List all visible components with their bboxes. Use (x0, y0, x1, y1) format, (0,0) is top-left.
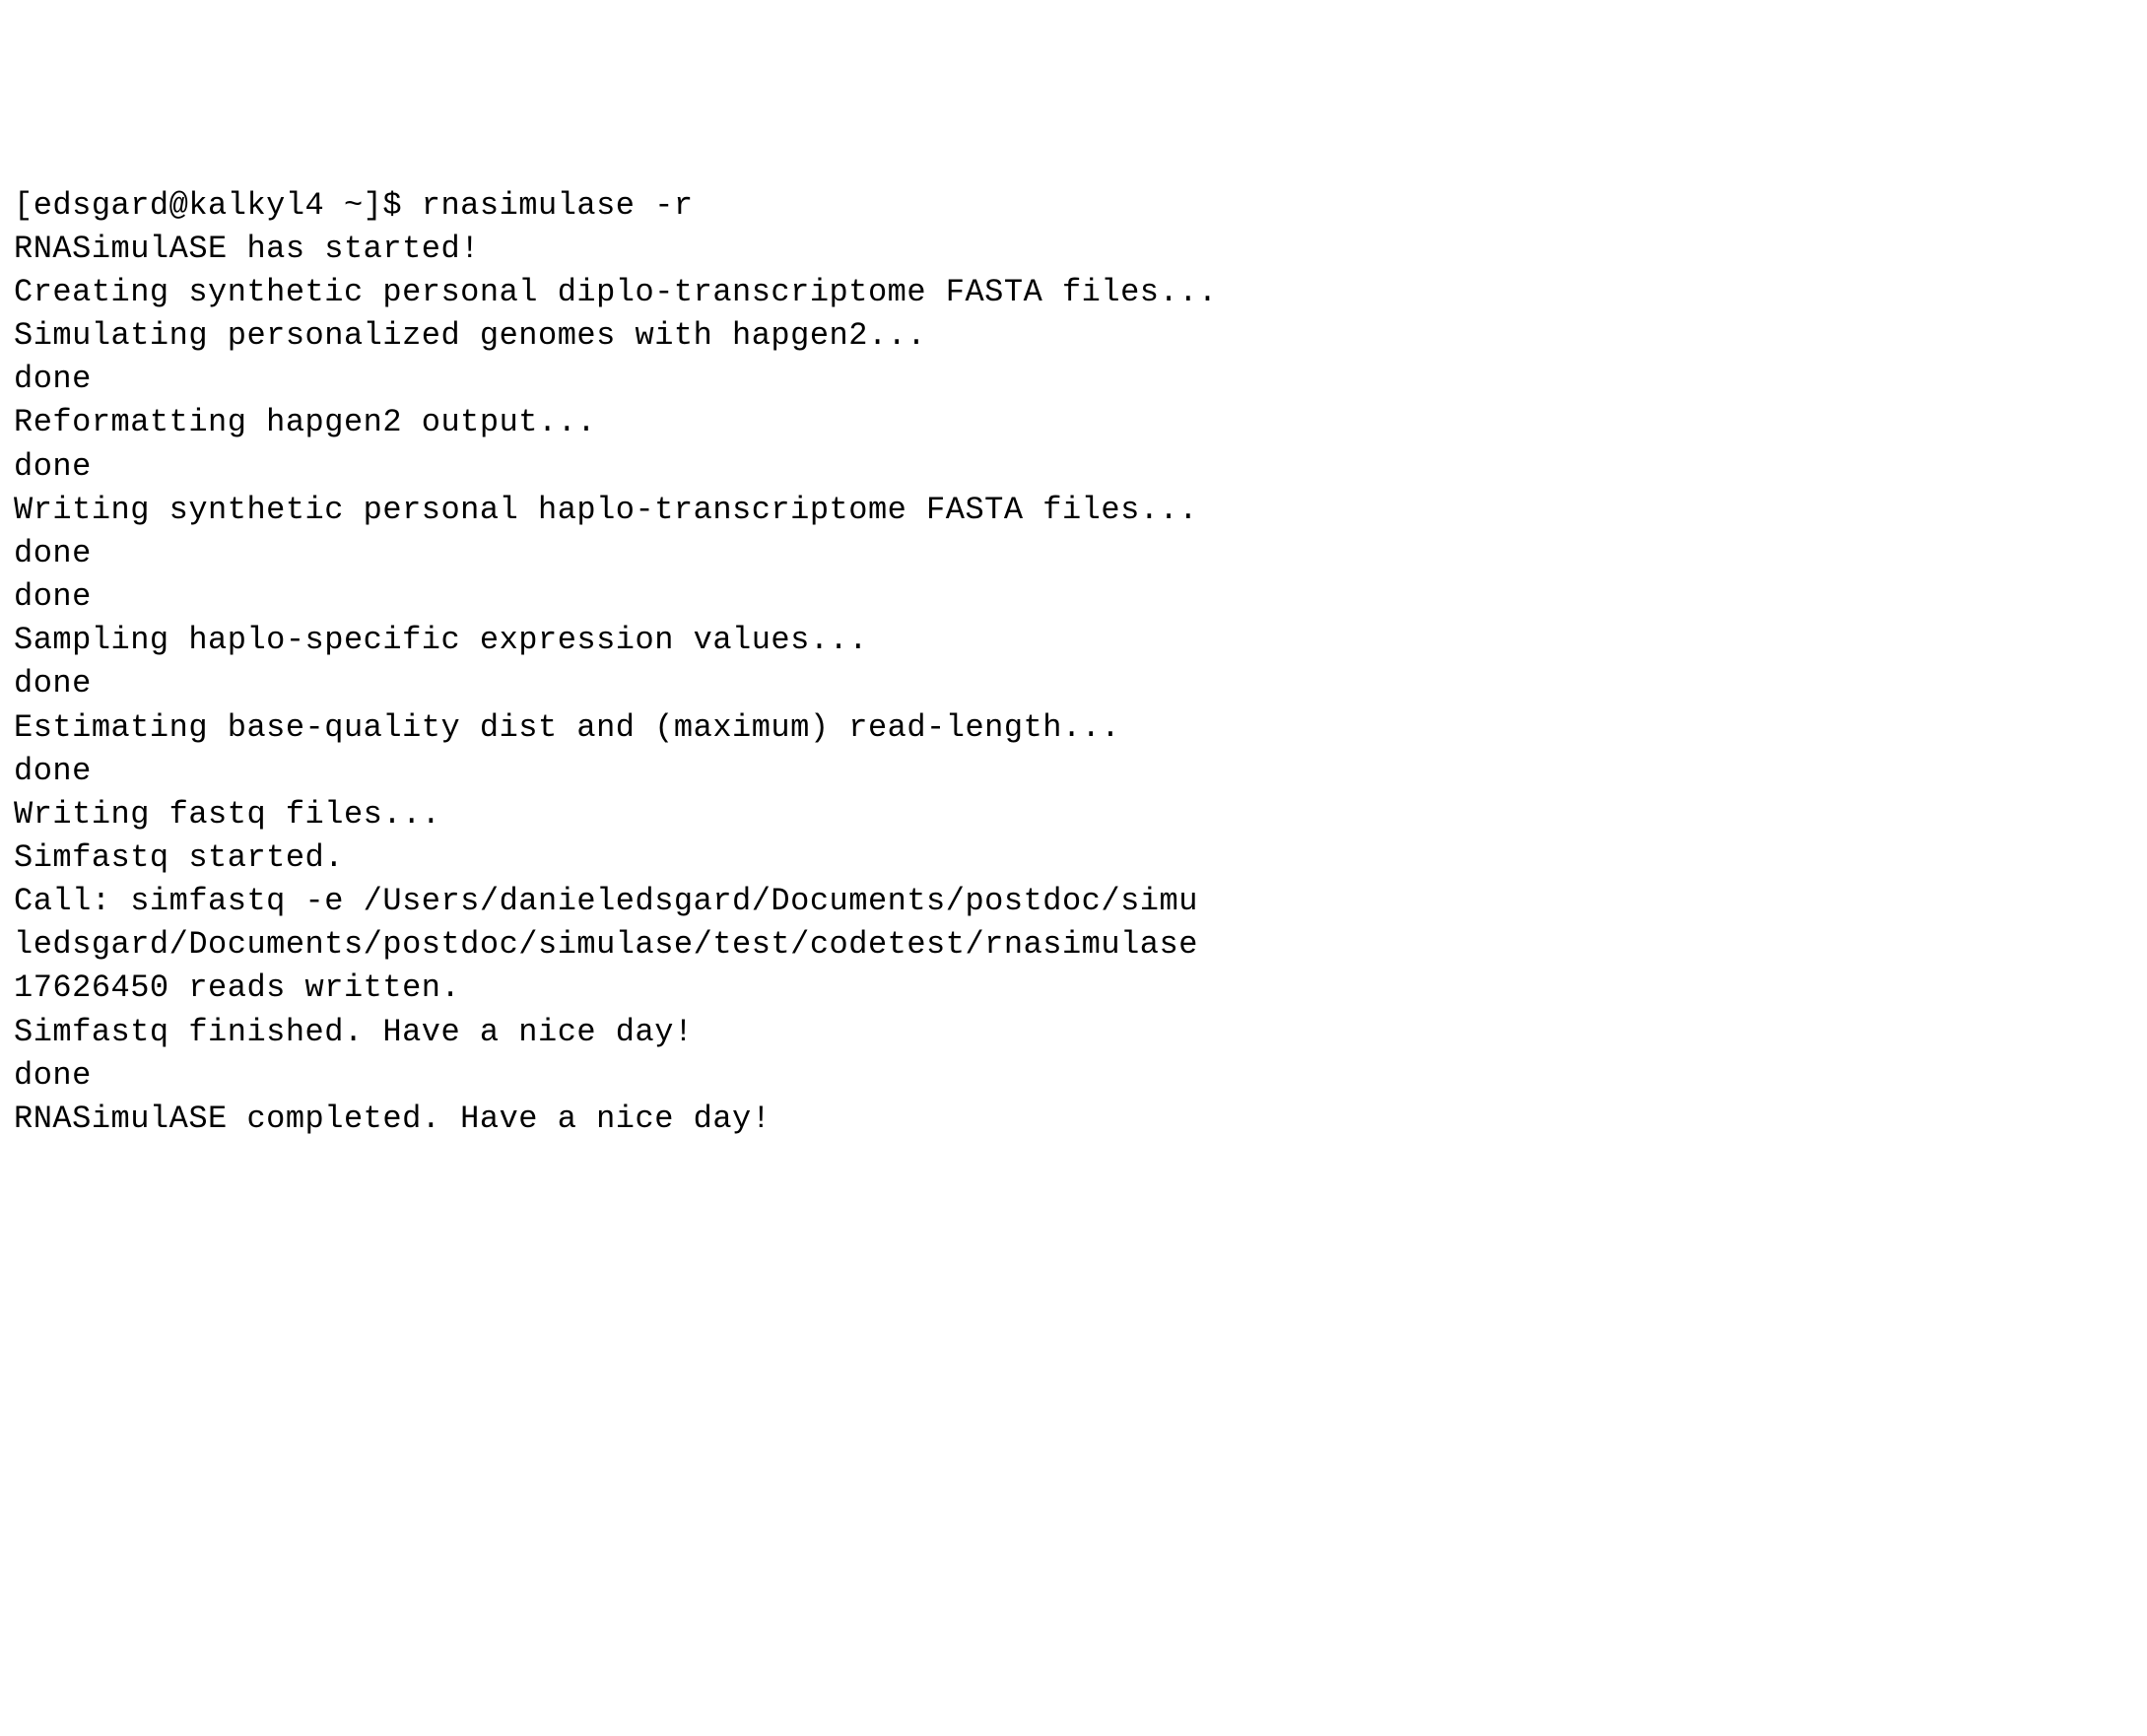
output-line: Writing fastq files... (14, 793, 2133, 836)
output-line: done (14, 445, 2133, 489)
output-line: RNASimulASE has started! (14, 228, 2133, 271)
output-line: done (14, 575, 2133, 619)
output-line: done (14, 662, 2133, 705)
prompt-line: [edsgard@kalkyl4 ~]$ rnasimulase -r (14, 184, 2133, 228)
shell-prompt: [edsgard@kalkyl4 ~]$ (14, 187, 422, 224)
output-line: done (14, 1054, 2133, 1098)
output-line: done (14, 532, 2133, 575)
output-line: 17626450 reads written. (14, 967, 2133, 1010)
output-line: done (14, 750, 2133, 793)
output-line: Simulating personalized genomes with hap… (14, 314, 2133, 358)
output-line: Call: simfastq -e /Users/danieledsgard/D… (14, 880, 2133, 923)
output-line: Reformatting hapgen2 output... (14, 401, 2133, 444)
output-line: RNASimulASE completed. Have a nice day! (14, 1098, 2133, 1141)
terminal-output[interactable]: [edsgard@kalkyl4 ~]$ rnasimulase -rRNASi… (14, 184, 2133, 1141)
output-line: Sampling haplo-specific expression value… (14, 619, 2133, 662)
output-line: ledsgard/Documents/postdoc/simulase/test… (14, 923, 2133, 967)
output-line: Creating synthetic personal diplo-transc… (14, 271, 2133, 314)
command-input: rnasimulase -r (422, 187, 694, 224)
output-line: Simfastq finished. Have a nice day! (14, 1011, 2133, 1054)
output-line: done (14, 358, 2133, 401)
output-line: Writing synthetic personal haplo-transcr… (14, 489, 2133, 532)
output-line: Simfastq started. (14, 836, 2133, 880)
output-line: Estimating base-quality dist and (maximu… (14, 706, 2133, 750)
